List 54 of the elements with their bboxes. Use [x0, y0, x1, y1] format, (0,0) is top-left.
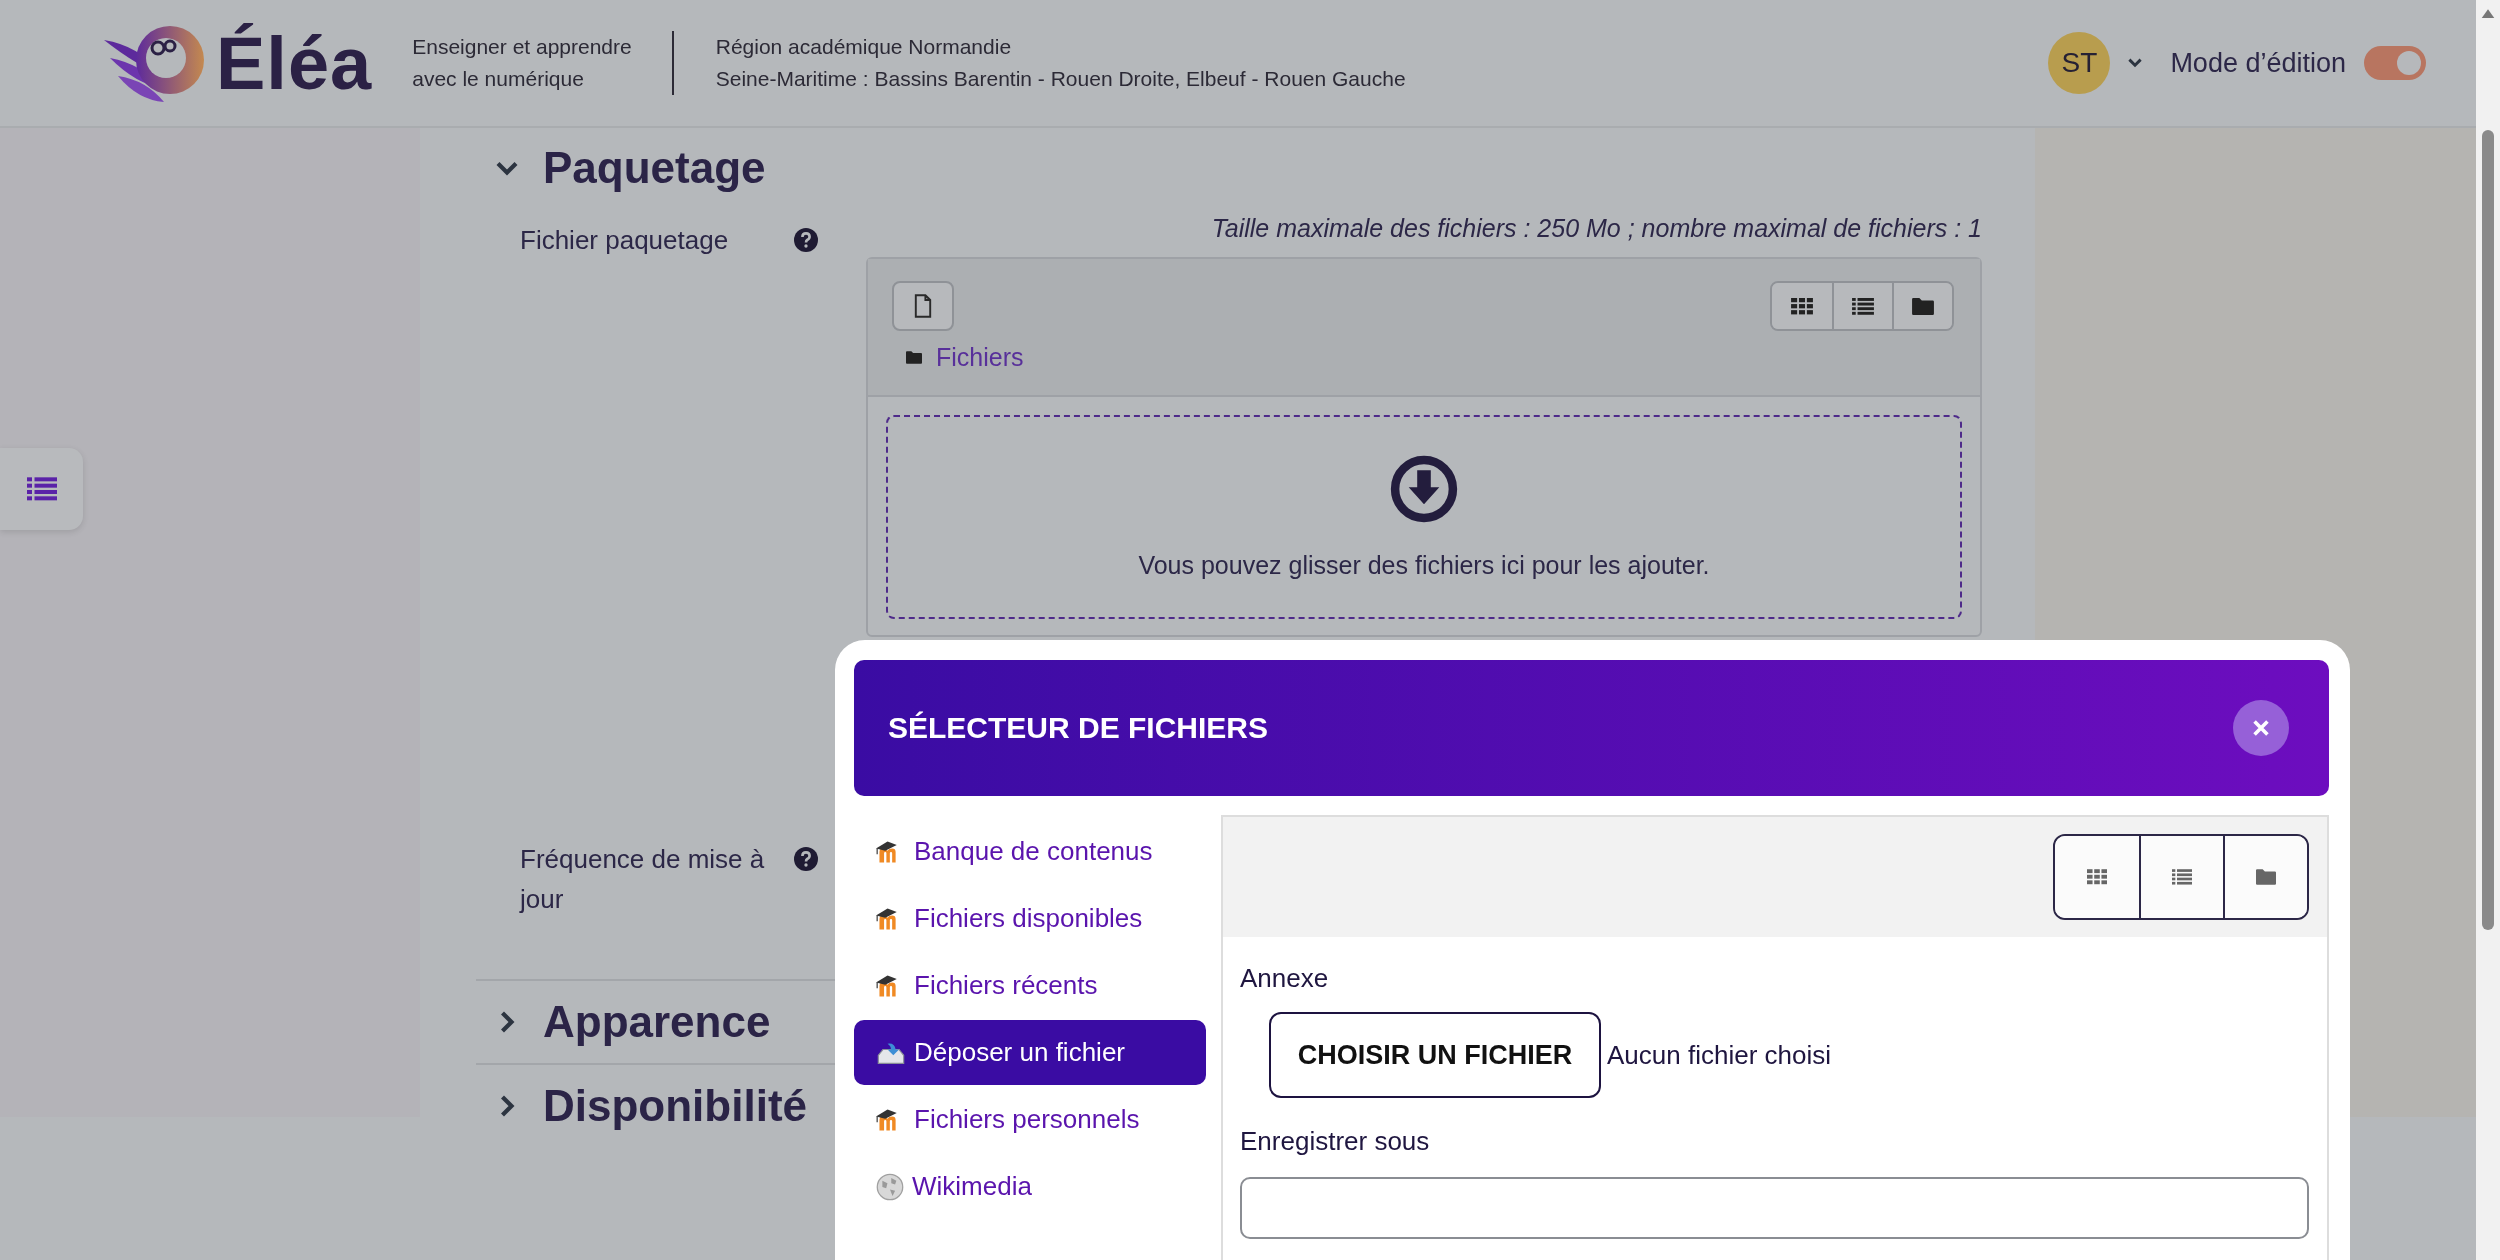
repository-item[interactable]: Fichiers personnels: [854, 1087, 1206, 1152]
section-heading[interactable]: Paquetage: [543, 143, 766, 193]
repository-item[interactable]: Fichiers disponibles: [854, 886, 1206, 951]
folder-view-button[interactable]: [2223, 836, 2307, 918]
folder-icon: [906, 351, 922, 364]
close-icon: [2252, 719, 2270, 737]
tagline-text: avec le numérique: [412, 67, 585, 91]
no-file-text: Aucun fichier choisi: [1607, 1039, 1831, 1071]
file-icon: [913, 294, 933, 318]
globe-icon: [876, 1172, 904, 1201]
grid-view-button[interactable]: [2055, 836, 2139, 918]
repository-item[interactable]: Wikimedia: [854, 1154, 1206, 1219]
grid-icon: [2087, 869, 2107, 885]
section-heading[interactable]: Apparence: [543, 997, 771, 1047]
save-as-label: Enregistrer sous: [1240, 1126, 1430, 1157]
section-heading[interactable]: Disponibilité: [543, 1081, 807, 1131]
field-label: Fichier paquetage: [520, 224, 729, 257]
tagline-text: Enseigner et apprendre: [412, 35, 632, 59]
file-label: Annexe: [1240, 963, 1329, 994]
region-text: Seine-Maritime : Bassins Barentin - Rouen Droite, Elbeuf - Rouen Gauche: [715, 67, 1406, 91]
download-icon: [1390, 454, 1458, 523]
add-file-button[interactable]: [892, 281, 954, 331]
close-button[interactable]: [2233, 700, 2289, 756]
field-label: Fréquence de mise à jour: [520, 843, 766, 916]
repository-item[interactable]: Banque de contenus: [854, 819, 1206, 884]
repository-item[interactable]: Fichiers récents: [854, 953, 1206, 1018]
list-icon: [26, 477, 57, 501]
grid-icon: [1791, 297, 1813, 315]
save-as-field[interactable]: [1240, 1177, 2309, 1239]
logo-text: Éléa: [216, 20, 373, 106]
help-icon[interactable]: [794, 228, 818, 252]
list-view-button[interactable]: [1832, 283, 1892, 329]
list-view-button[interactable]: [2139, 836, 2223, 918]
scrollbar[interactable]: [2476, 0, 2500, 1260]
edit-mode-label: Mode d’édition: [2170, 47, 2346, 79]
choose-file-button[interactable]: CHOISIR UN FICHIER: [1269, 1012, 1601, 1098]
folder-icon: [1912, 297, 1934, 315]
drop-zone[interactable]: Vous pouvez glisser des fichiers ici pour les ajouter.: [886, 415, 1962, 619]
list-icon: [1852, 297, 1874, 315]
file-limits-text: Taille maximale des fichiers : 250 Mo ; nombre maximal de fichiers : 1: [1210, 213, 1982, 244]
drop-hint-text: Vous pouvez glisser des fichiers ici pour les ajouter.: [1138, 550, 1710, 580]
list-icon: [2172, 869, 2192, 885]
drawer-toggle-button[interactable]: [0, 448, 83, 530]
grid-view-button[interactable]: [1772, 283, 1832, 329]
user-avatar[interactable]: ST: [2048, 32, 2111, 94]
folder-icon: [2256, 869, 2276, 885]
folder-view-button[interactable]: [1892, 283, 1952, 329]
repository-item[interactable]: Déposer un fichier: [854, 1020, 1206, 1085]
region-text: Région académique Normandie: [715, 35, 1013, 59]
scroll-up-icon[interactable]: [2481, 8, 2495, 18]
edit-mode-toggle[interactable]: [2364, 46, 2426, 80]
folder-link[interactable]: Fichiers: [936, 343, 1024, 372]
help-icon[interactable]: [794, 847, 818, 871]
dialog-title: SÉLECTEUR DE FICHIERS: [888, 711, 1269, 745]
